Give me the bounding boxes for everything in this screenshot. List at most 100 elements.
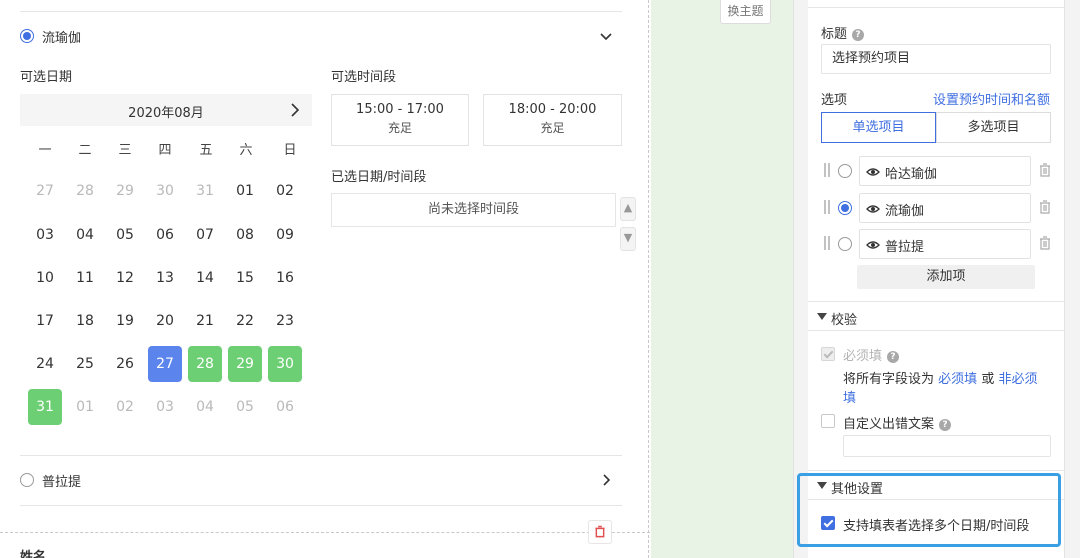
multi-option-tab[interactable]: 多选项目 — [936, 112, 1051, 143]
add-item-button[interactable]: 添加项 — [857, 265, 1035, 289]
calendar-day[interactable]: 18 — [68, 303, 102, 339]
calendar-day: 29 — [116, 183, 134, 199]
multi-select-checkbox[interactable] — [821, 516, 835, 530]
calendar-day: 05 — [236, 399, 254, 415]
timeslot-time: 18:00 - 20:00 — [508, 102, 597, 117]
multi-select-label: 支持填表者选择多个日期/时间段 — [843, 519, 1030, 534]
option-row-liu[interactable]: 流瑜伽 — [20, 16, 622, 56]
drag-handle-icon[interactable] — [823, 235, 831, 251]
calendar-day: 30 — [156, 183, 174, 199]
calendar-day[interactable]: 09 — [268, 217, 302, 253]
chevron-right-icon[interactable] — [598, 472, 614, 488]
arrow-down-icon[interactable]: ▼ — [620, 227, 636, 251]
option-item: 哈达瑜伽 — [821, 156, 1057, 186]
calendar-day[interactable]: 01 — [228, 173, 262, 209]
option-item-input[interactable]: 哈达瑜伽 — [859, 156, 1031, 186]
calendar-day[interactable]: 21 — [188, 303, 222, 339]
calendar-day[interactable]: 10 — [28, 260, 62, 296]
calendar-header: 2020年08月 — [20, 94, 312, 126]
set-time-link[interactable]: 设置预约时间和名额 — [933, 89, 1050, 108]
calendar-day[interactable]: 06 — [148, 217, 182, 253]
arrow-up-icon[interactable]: ▲ — [620, 197, 636, 221]
section-title: 其他设置 — [831, 482, 884, 497]
calendar-day[interactable]: 05 — [108, 217, 142, 253]
calendar-day[interactable]: 23 — [268, 303, 302, 339]
radio-unselected[interactable] — [838, 237, 852, 251]
other-settings-header[interactable]: 其他设置 — [808, 470, 1064, 500]
radio-unselected[interactable] — [838, 164, 852, 178]
calendar-day[interactable]: 27 — [148, 346, 182, 382]
section-title: 校验 — [831, 313, 858, 328]
trash-icon[interactable] — [1038, 199, 1052, 215]
calendar-day[interactable]: 20 — [148, 303, 182, 339]
validate-section-header[interactable]: 校验 — [808, 301, 1064, 331]
help-icon[interactable]: ? — [852, 29, 865, 41]
weekday-label: 日 — [283, 143, 297, 158]
preview-edge — [648, 0, 649, 558]
required-checkbox[interactable] — [821, 347, 835, 361]
calendar-day[interactable]: 24 — [28, 346, 62, 382]
timeslot-1[interactable]: 15:00 - 17:00 充足 — [331, 94, 469, 146]
calendar-day[interactable]: 16 — [268, 260, 302, 296]
options-label: 选项 — [821, 93, 848, 108]
drag-handle-icon[interactable] — [823, 162, 831, 178]
calendar-day[interactable]: 11 — [68, 260, 102, 296]
calendar-day[interactable]: 12 — [108, 260, 142, 296]
chevron-down-icon[interactable] — [598, 28, 614, 44]
timeslot-2[interactable]: 18:00 - 20:00 充足 — [483, 94, 622, 146]
custom-error-input[interactable] — [843, 435, 1051, 457]
calendar-day[interactable]: 14 — [188, 260, 222, 296]
drag-handle-icon[interactable] — [823, 199, 831, 215]
calendar-month: 2020年08月 — [128, 106, 204, 121]
eye-icon[interactable] — [866, 239, 880, 251]
calendar-day[interactable]: 25 — [68, 346, 102, 382]
title-input[interactable]: 选择预约项目 — [821, 44, 1051, 74]
calendar-day[interactable]: 13 — [148, 260, 182, 296]
calendar-day[interactable]: 22 — [228, 303, 262, 339]
option-row-pu[interactable]: 普拉提 — [20, 460, 622, 500]
canvas-background: 换主题 — [651, 0, 801, 558]
set-required-link[interactable]: 必须填 — [938, 372, 977, 387]
radio-selected[interactable] — [20, 29, 34, 43]
custom-error-checkbox[interactable] — [821, 414, 835, 428]
custom-error-row: 自定义出错文案? — [843, 413, 952, 432]
option-item-input[interactable]: 普拉提 — [859, 229, 1031, 259]
help-icon[interactable]: ? — [887, 351, 900, 363]
form-preview: 流瑜伽 可选日期 可选时间段 2020年08月 一二三四五六日 27 28 29 30… — [0, 0, 650, 558]
panel-top-border — [808, 0, 1064, 8]
calendar-day[interactable]: 07 — [188, 217, 222, 253]
eye-icon[interactable] — [866, 166, 880, 178]
calendar-day[interactable]: 08 — [228, 217, 262, 253]
calendar-day: 06 — [276, 399, 294, 415]
trash-icon[interactable] — [1038, 235, 1052, 251]
divider — [20, 11, 622, 12]
or-text: 或 — [981, 372, 995, 387]
calendar-day: 03 — [156, 399, 174, 415]
change-theme-button[interactable]: 换主题 — [720, 0, 771, 24]
eye-icon[interactable] — [866, 203, 880, 215]
radio-selected[interactable] — [838, 201, 852, 215]
calendar-day[interactable]: 04 — [68, 217, 102, 253]
calendar-day[interactable]: 31 — [28, 389, 62, 425]
calendar-day[interactable]: 26 — [108, 346, 142, 382]
calendar-day[interactable]: 17 — [28, 303, 62, 339]
single-option-tab[interactable]: 单选项目 — [821, 112, 936, 143]
calendar-day[interactable]: 28 — [188, 346, 222, 382]
help-icon[interactable]: ? — [939, 419, 952, 431]
delete-field-button[interactable] — [588, 520, 612, 544]
calendar-day[interactable]: 03 — [28, 217, 62, 253]
calendar-day: 31 — [196, 183, 214, 199]
calendar-day: 28 — [76, 183, 94, 199]
calendar-day[interactable]: 30 — [268, 346, 302, 382]
calendar-day[interactable]: 15 — [228, 260, 262, 296]
chevron-right-icon[interactable] — [288, 102, 302, 118]
calendar-day[interactable]: 29 — [228, 346, 262, 382]
picked-label: 已选日期/时间段 — [331, 170, 427, 185]
date-label: 可选日期 — [20, 70, 73, 85]
required-all-text: 将所有字段设为 必须填 或 非必须填 — [843, 370, 1048, 408]
option-item-input[interactable]: 流瑜伽 — [859, 193, 1031, 223]
calendar-day[interactable]: 19 — [108, 303, 142, 339]
trash-icon[interactable] — [1038, 162, 1052, 178]
calendar-day[interactable]: 02 — [268, 173, 302, 209]
radio-unselected[interactable] — [20, 473, 34, 487]
